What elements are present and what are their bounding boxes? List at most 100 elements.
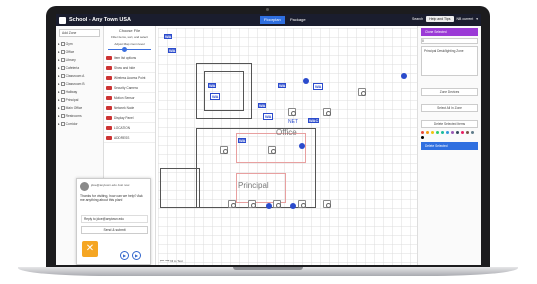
tree-item[interactable]: ▸ Main Office (56, 104, 103, 112)
camera-icon[interactable] (401, 73, 407, 79)
value-input[interactable]: 0 (421, 38, 478, 44)
device-node[interactable] (323, 108, 331, 116)
wap-tag[interactable]: WA (210, 93, 221, 100)
delete-selected-button[interactable]: Delete Selected (421, 142, 478, 150)
item-row[interactable]: Motion Sensor (104, 93, 155, 103)
zone-action-button[interactable]: Select All In Zone (421, 104, 478, 112)
device-node[interactable] (220, 146, 228, 154)
tree-item[interactable]: ▸ Principal (56, 96, 103, 104)
device-node[interactable] (288, 108, 296, 116)
play-icon[interactable]: ▶ (120, 251, 129, 260)
wap-tag[interactable]: WA (208, 83, 217, 88)
wap-tag[interactable]: WA (313, 83, 324, 90)
tree-item[interactable]: ▸ Gym (56, 40, 103, 48)
tab-package[interactable]: Package (286, 16, 310, 24)
device-node[interactable] (228, 200, 236, 208)
tree-item-label: Principal (65, 98, 79, 102)
wap-tag[interactable]: WA (164, 34, 173, 39)
item-row[interactable]: Show and hide (104, 63, 155, 73)
camera-icon[interactable] (299, 143, 305, 149)
zone-notes-textarea[interactable]: Principal Desk/lighting Zone (421, 46, 478, 76)
zone-action-button[interactable]: Delete Selected Items (421, 120, 478, 128)
device-node[interactable] (248, 200, 256, 208)
search-button[interactable]: Search (412, 17, 423, 21)
close-icon[interactable]: ✕ (82, 241, 98, 257)
floorplan-canvas[interactable]: Office Principal NET WA WA WA WA WA WA WA WA WAC… (158, 28, 417, 265)
camera-icon[interactable] (303, 78, 309, 84)
checkbox[interactable] (60, 114, 65, 118)
tree-item[interactable]: ▸ Cafeteria (56, 64, 103, 72)
device-node[interactable] (273, 200, 281, 208)
add-zone-button[interactable]: Add Zone (59, 29, 100, 37)
wap-tag[interactable]: WA (258, 103, 267, 108)
play-icon[interactable]: ▶ (132, 251, 141, 260)
device-node[interactable] (323, 200, 331, 208)
color-swatch[interactable] (456, 131, 459, 134)
checkbox[interactable] (60, 122, 65, 126)
wap-tag[interactable]: WA (263, 113, 274, 120)
chat-submit-button[interactable]: Send & submit (81, 226, 148, 234)
zoom-slider-knob[interactable] (122, 47, 127, 52)
item-label: Show and hide (114, 65, 136, 70)
tree-item[interactable]: ▸ Classroom B (56, 80, 103, 88)
app-screen: School - Any Town USA Floorplan Package … (56, 14, 481, 265)
device-icon (106, 75, 112, 80)
color-swatch[interactable] (421, 131, 424, 134)
color-swatch[interactable] (461, 131, 464, 134)
device-node[interactable] (268, 146, 276, 154)
checkbox[interactable] (60, 42, 65, 46)
wap-tag[interactable]: WA (238, 138, 247, 143)
item-row[interactable]: Display Panel (104, 113, 155, 123)
camera-icon[interactable] (290, 203, 296, 209)
choose-file-button[interactable]: Choose File (104, 26, 155, 35)
tree-item[interactable]: ▸ Classroom A (56, 72, 103, 80)
checkbox[interactable] (60, 106, 65, 110)
wap-tag[interactable]: WAC (308, 118, 320, 123)
checkbox[interactable] (60, 74, 65, 78)
item-row[interactable]: Network Node (104, 103, 155, 113)
tab-floorplan[interactable]: Floorplan (260, 16, 285, 24)
checkbox[interactable] (60, 98, 65, 102)
device-node[interactable] (358, 88, 366, 96)
color-swatch[interactable] (471, 131, 474, 134)
tree-item-label: Restrooms (65, 114, 82, 118)
chat-email-input[interactable]: Reply to jdoe@anytown.edu (81, 215, 148, 223)
wap-tag[interactable]: WA (168, 48, 177, 53)
checkbox[interactable] (60, 82, 65, 86)
tree-item[interactable]: ▸ Office (56, 48, 103, 56)
wap-tag[interactable]: WA (278, 83, 287, 88)
account-menu[interactable]: NB current (457, 17, 474, 21)
device-icon (106, 95, 112, 100)
item-label: Display Panel (114, 115, 134, 120)
color-swatch[interactable] (436, 131, 439, 134)
device-icon (106, 85, 112, 90)
tree-item[interactable]: ▸ Hallway (56, 88, 103, 96)
item-row[interactable]: Item list options (104, 53, 155, 63)
item-row[interactable]: ADDRESS (104, 133, 155, 143)
help-button[interactable]: Help and Tips (426, 16, 454, 22)
tree-item[interactable]: ▸ Library (56, 56, 103, 64)
checkbox[interactable] (60, 66, 65, 70)
tree-item[interactable]: ▸ Corridor (56, 120, 103, 128)
checkbox[interactable] (60, 90, 65, 94)
color-swatch[interactable] (451, 131, 454, 134)
camera-icon[interactable] (266, 203, 272, 209)
device-node[interactable] (298, 200, 306, 208)
item-row[interactable]: Wireless Access Point (104, 73, 155, 83)
checkbox[interactable] (60, 50, 65, 54)
item-row[interactable]: Security Camera (104, 83, 155, 93)
color-swatch[interactable] (446, 131, 449, 134)
color-swatch[interactable] (466, 131, 469, 134)
item-row[interactable]: LOCATION (104, 123, 155, 133)
clone-selected-button[interactable]: Clone Selected (421, 28, 478, 36)
zone-action-button[interactable]: Zone Devices (421, 88, 478, 96)
color-palette (421, 131, 477, 139)
checkbox[interactable] (60, 58, 65, 62)
color-swatch[interactable] (431, 131, 434, 134)
color-swatch[interactable] (426, 131, 429, 134)
color-swatch[interactable] (441, 131, 444, 134)
color-swatch[interactable] (421, 136, 424, 139)
chevron-down-icon[interactable]: ▾ (476, 17, 478, 21)
tree-item[interactable]: ▸ Restrooms (56, 112, 103, 120)
zoom-slider[interactable] (108, 47, 151, 52)
